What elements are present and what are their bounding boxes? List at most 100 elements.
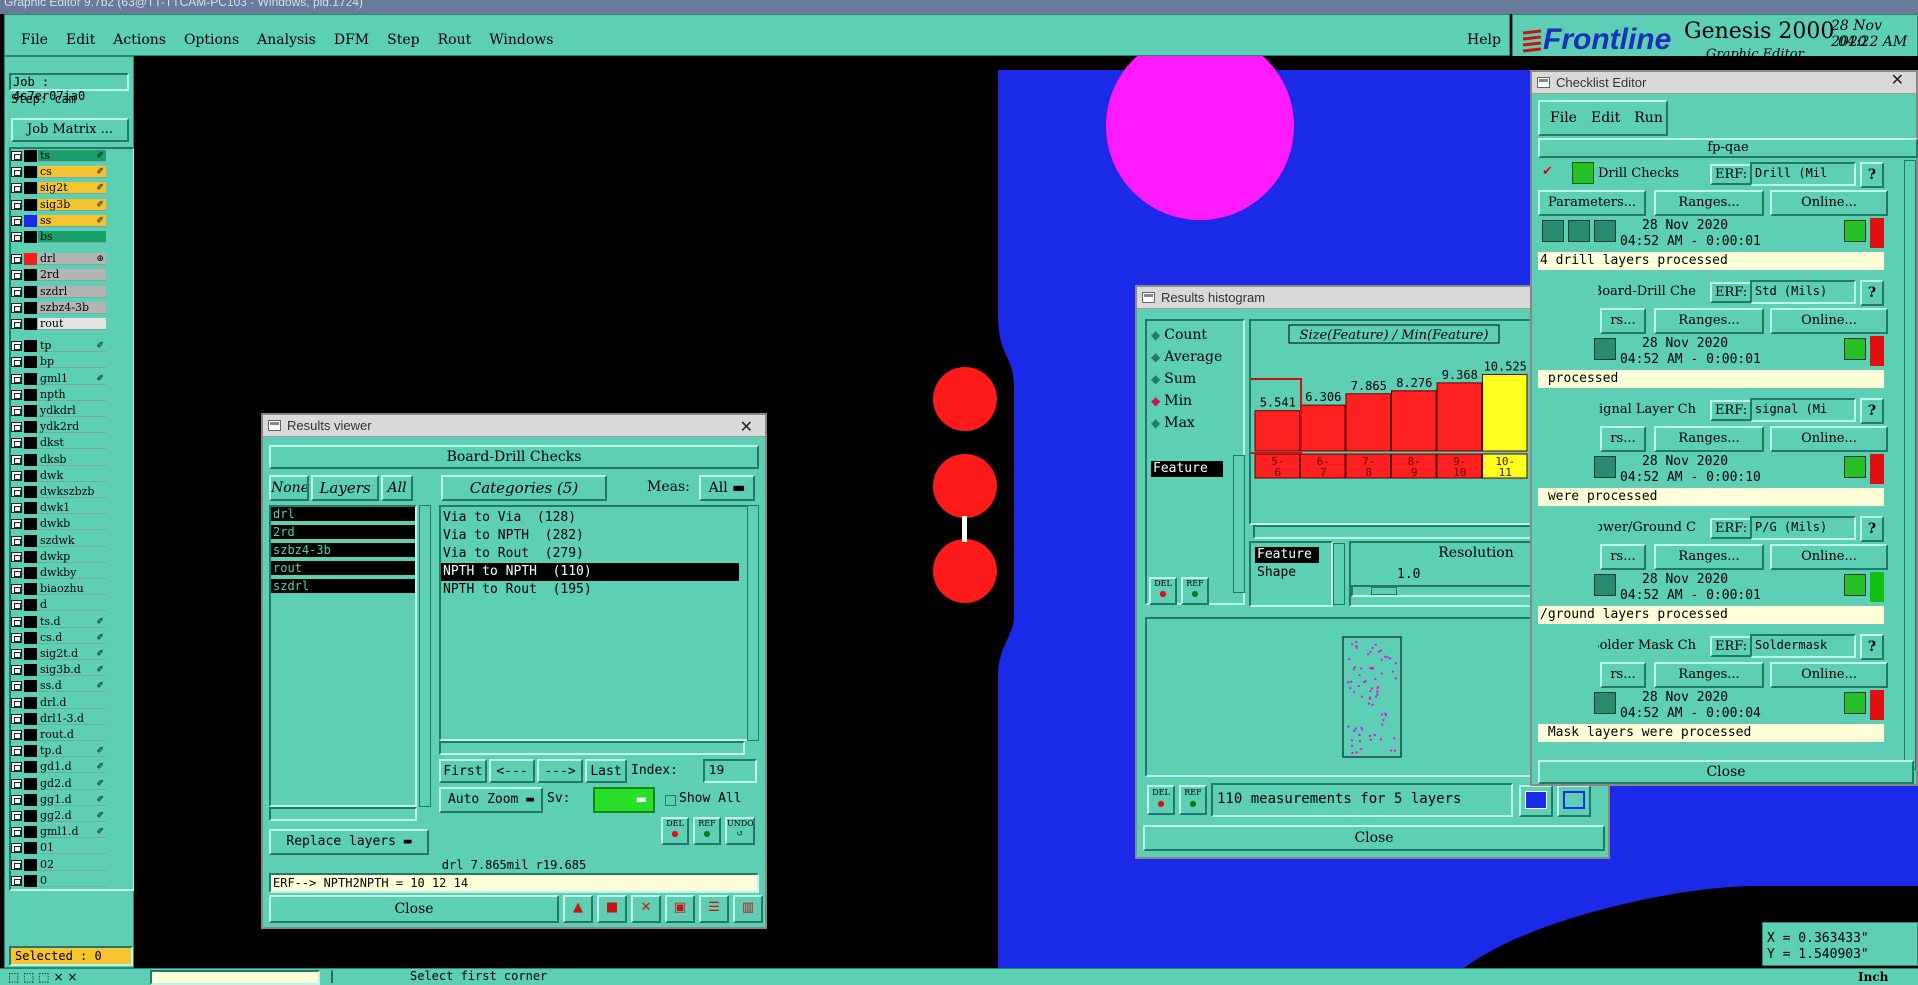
layer-checkbox[interactable] (11, 827, 22, 838)
hist-left-ref-button[interactable]: REF ● (1181, 577, 1209, 605)
online-button[interactable]: Online... (1770, 308, 1888, 334)
run-icon[interactable] (1542, 220, 1564, 242)
help-button[interactable]: ? (1860, 280, 1884, 306)
rv-ref-button[interactable]: REF ● (693, 817, 721, 845)
hist-radio-sum[interactable]: ◆ Sum (1151, 371, 1196, 387)
ranges-button[interactable]: Ranges... (1654, 544, 1764, 570)
units-label[interactable]: Inch (1858, 970, 1888, 984)
layer-checkbox[interactable] (11, 183, 22, 194)
rv-undo-button[interactable]: UNDO ↺ (725, 817, 755, 845)
run-all-icon[interactable] (1594, 338, 1616, 360)
layer-checkbox[interactable] (11, 319, 22, 329)
rv-last-button[interactable]: Last (585, 759, 627, 783)
ranges-button[interactable]: Ranges... (1654, 190, 1764, 216)
parameters-button[interactable]: rs... (1600, 544, 1646, 570)
layer-row-gd2.d[interactable]: gd2.d ✐ (9, 777, 107, 790)
layer-checkbox[interactable] (11, 357, 22, 368)
zoom-icon[interactable] (1844, 456, 1866, 478)
rv-layer-scrollbar[interactable] (419, 505, 431, 807)
menu-windows[interactable]: Windows (489, 32, 553, 48)
run-all-icon[interactable] (1594, 574, 1616, 596)
run-all-icon[interactable] (1594, 220, 1616, 242)
layer-row-rout[interactable]: rout (9, 318, 107, 330)
layer-checkbox[interactable] (11, 811, 22, 821)
online-button[interactable]: Online... (1770, 426, 1888, 452)
parameters-button[interactable]: rs... (1600, 662, 1646, 688)
layer-row-ss[interactable]: ss ✐ (9, 214, 107, 227)
status-tool-icons[interactable]: ⬚ ⬚ ⬚ × × (8, 970, 77, 984)
layer-checkbox[interactable] (11, 487, 22, 497)
layer-row-dwkb[interactable]: dwkb (9, 518, 107, 531)
hist-radio-scrollbar[interactable] (1233, 455, 1245, 593)
hist-layout-button[interactable] (1557, 785, 1591, 817)
layer-row-gml1.d[interactable]: gml1.d ✐ (9, 826, 107, 839)
layer-row-dwk[interactable]: dwk (9, 469, 107, 482)
camera-icon[interactable]: ■ (597, 895, 627, 923)
layer-row-ydk2rd[interactable]: ydk2rd (9, 421, 107, 434)
rv-sv-color-select[interactable]: ▬ (593, 787, 655, 813)
rv-first-button[interactable]: First (439, 759, 487, 783)
layer-checkbox[interactable] (11, 286, 22, 297)
layer-row-sig3b.d[interactable]: sig3b.d ✐ (9, 664, 107, 677)
layer-checkbox[interactable] (11, 215, 22, 226)
layer-row-gml1[interactable]: gml1 ✐ (9, 372, 107, 385)
hist-feature-option[interactable]: Feature (1255, 547, 1319, 563)
layer-checkbox[interactable] (11, 778, 22, 789)
layer-checkbox[interactable] (11, 665, 22, 676)
layer-checkbox[interactable] (11, 535, 22, 546)
layer-checkbox[interactable] (11, 406, 22, 416)
layer-checkbox[interactable] (11, 697, 22, 708)
zoom-icon[interactable] (1844, 574, 1866, 596)
menu-options[interactable]: Options (184, 32, 239, 48)
rv-layer-item[interactable]: szbz4-3b (271, 543, 415, 557)
online-button[interactable]: Online... (1770, 544, 1888, 570)
layer-row-01[interactable]: 01 (9, 842, 107, 855)
layer-row-dwkp[interactable]: dwkp (9, 550, 107, 563)
menu-actions[interactable]: Actions (113, 32, 166, 48)
menu-dfm[interactable]: DFM (334, 32, 369, 48)
run-all-icon[interactable] (1594, 692, 1616, 714)
layer-row-ss.d[interactable]: ss.d ✐ (9, 680, 107, 693)
rv-category-item[interactable]: Via to Rout (279) (441, 545, 739, 563)
layer-checkbox[interactable] (11, 681, 22, 692)
parameters-button[interactable]: rs... (1600, 426, 1646, 452)
rv-categories-button[interactable]: Categories (5) (441, 475, 607, 501)
check-name[interactable]: Board-Drill Che (1598, 284, 1696, 299)
close-icon[interactable]: ✕ (1891, 69, 1904, 91)
layer-row-tp.d[interactable]: tp.d ✐ (9, 745, 107, 758)
layer-row-sig2t[interactable]: sig2t ✐ (9, 182, 107, 195)
layer-row-dwkby[interactable]: dwkby (9, 567, 107, 579)
slider-thumb[interactable] (1371, 587, 1397, 595)
zoom-icon[interactable] (1844, 220, 1866, 242)
rv-category-item[interactable]: Via to NPTH (282) (441, 527, 739, 545)
layer-row-dksb[interactable]: dksb (9, 453, 107, 466)
layer-row-2rd[interactable]: 2rd (9, 269, 107, 282)
layer-row-sig3b[interactable]: sig3b ✐ (9, 198, 107, 211)
erf-value[interactable]: Soldermask (1750, 634, 1856, 658)
menu-step[interactable]: Step (387, 32, 419, 48)
layer-row-npth[interactable]: npth (9, 388, 107, 401)
hist-mode-scrollbar[interactable] (1333, 543, 1345, 605)
menu-analysis[interactable]: Analysis (257, 32, 316, 48)
hist-shape-option[interactable]: Shape (1257, 565, 1296, 580)
checklist-close-button[interactable]: Close (1538, 760, 1914, 784)
rv-show-all-checkbox[interactable] (665, 795, 676, 806)
checklist-menu-run[interactable]: Run (1634, 110, 1663, 126)
layer-row-dwk1[interactable]: dwk1 (9, 502, 107, 515)
rv-meas-select[interactable]: All ▬ (699, 475, 755, 501)
layer-checkbox[interactable] (11, 270, 22, 281)
close-icon[interactable]: ✕ (740, 416, 753, 438)
layer-checkbox[interactable] (11, 794, 22, 805)
hist-ref-button[interactable]: REF ● (1179, 785, 1207, 815)
rv-all-button[interactable]: All (381, 475, 413, 501)
layer-checkbox[interactable] (11, 199, 22, 210)
help-menu[interactable]: Help (1467, 32, 1501, 48)
hist-del-button[interactable]: DEL ● (1147, 785, 1175, 815)
hist-radio-max[interactable]: ◆ Max (1151, 415, 1195, 431)
layer-row-bp[interactable]: bp (9, 356, 107, 369)
hist-radio-average[interactable]: ◆ Average (1151, 349, 1222, 365)
layer-row-gg1.d[interactable]: gg1.d ✐ (9, 793, 107, 806)
help-button[interactable]: ? (1860, 516, 1884, 542)
layer-row-02[interactable]: 02 (9, 858, 107, 871)
rv-layer-item[interactable]: rout (271, 561, 415, 575)
